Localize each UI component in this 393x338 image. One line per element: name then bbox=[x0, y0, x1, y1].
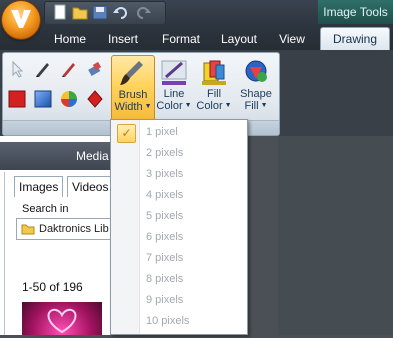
menu-item-9-pixels[interactable]: 9 pixels bbox=[112, 290, 246, 311]
fill-bucket-icon bbox=[198, 57, 230, 87]
app-menu-button[interactable] bbox=[2, 1, 40, 39]
menu-item-3-pixels[interactable]: 3 pixels bbox=[112, 164, 246, 185]
fill-color-label-2: Color bbox=[196, 100, 223, 112]
shape-fill-button[interactable]: Shape Fill ▼ bbox=[235, 55, 277, 121]
open-folder-icon[interactable] bbox=[71, 4, 89, 21]
search-in-combobox[interactable]: Daktronics Lib bbox=[16, 218, 114, 240]
red-square-icon[interactable] bbox=[7, 89, 27, 109]
fill-color-label-1: Fill bbox=[206, 88, 222, 100]
quick-access-toolbar bbox=[44, 1, 166, 25]
checkmark-icon: ✓ bbox=[117, 124, 136, 143]
search-in-label: Search in bbox=[22, 203, 69, 215]
menu-item-7-pixels[interactable]: 7 pixels bbox=[112, 248, 246, 269]
tab-format[interactable]: Format bbox=[155, 29, 207, 49]
search-in-value: Daktronics Lib bbox=[39, 223, 109, 235]
folder-icon bbox=[21, 222, 35, 242]
tab-home[interactable]: Home bbox=[46, 29, 94, 49]
pen-icon[interactable] bbox=[33, 59, 53, 79]
eraser-icon[interactable] bbox=[85, 59, 105, 79]
shape-fill-label-2: Fill bbox=[244, 100, 259, 112]
fill-color-button[interactable]: Fill Color ▼ bbox=[193, 55, 235, 121]
ribbon-tab-row: Home Insert Format Layout View Drawing bbox=[0, 24, 393, 50]
color-wheel-icon[interactable] bbox=[59, 89, 79, 109]
menu-item-10-pixels[interactable]: 10 pixels bbox=[112, 311, 246, 332]
brush-icon bbox=[117, 58, 149, 88]
brush-width-button[interactable]: Brush Width ▼ bbox=[111, 55, 155, 123]
menu-item-8-pixels[interactable]: 8 pixels bbox=[112, 269, 246, 290]
tab-drawing[interactable]: Drawing bbox=[320, 27, 390, 50]
image-tools-header: Image Tools bbox=[318, 0, 393, 24]
menu-item-4-pixels[interactable]: 4 pixels bbox=[112, 185, 246, 206]
brush-width-label-2: Width bbox=[114, 101, 143, 113]
media-panel-header: Media bbox=[0, 142, 112, 170]
red-diamond-icon[interactable] bbox=[85, 89, 105, 109]
media-thumbnail[interactable] bbox=[22, 302, 102, 335]
dropdown-arrow-icon: ▼ bbox=[184, 102, 192, 110]
line-color-icon bbox=[158, 57, 190, 87]
line-color-label-1: Line bbox=[163, 88, 185, 100]
brush-width-menu: ✓ 1 pixel 2 pixels 3 pixels 4 pixels 5 p… bbox=[110, 119, 248, 335]
tab-images[interactable]: Images bbox=[14, 176, 64, 197]
pencil-icon[interactable] bbox=[59, 59, 79, 79]
menu-item-5-pixels[interactable]: 5 pixels bbox=[112, 206, 246, 227]
shape-fill-label-1: Shape bbox=[240, 88, 272, 100]
menu-item-1-pixel[interactable]: ✓ 1 pixel bbox=[112, 122, 246, 143]
heart-image-icon bbox=[47, 308, 77, 334]
shape-fill-icon bbox=[240, 57, 272, 87]
result-range: 1-50 of 196 bbox=[22, 280, 83, 294]
undo-icon[interactable] bbox=[111, 4, 129, 21]
menu-item-2-pixels[interactable]: 2 pixels bbox=[112, 143, 246, 164]
new-document-icon[interactable] bbox=[51, 4, 69, 21]
logo-v-icon bbox=[11, 10, 31, 28]
redo-icon[interactable] bbox=[135, 4, 153, 21]
save-icon[interactable] bbox=[91, 4, 109, 21]
media-panel-title: Media bbox=[76, 149, 109, 163]
tab-layout[interactable]: Layout bbox=[215, 29, 263, 49]
tab-view[interactable]: View bbox=[272, 29, 312, 49]
line-color-label-2: Color bbox=[156, 100, 183, 112]
tab-insert[interactable]: Insert bbox=[100, 29, 146, 49]
line-color-button[interactable]: Line Color ▼ bbox=[153, 55, 195, 121]
dropdown-arrow-icon: ▼ bbox=[260, 102, 268, 110]
menu-item-6-pixels[interactable]: 6 pixels bbox=[112, 227, 246, 248]
dropdown-arrow-icon: ▼ bbox=[144, 103, 152, 111]
dropdown-arrow-icon: ▼ bbox=[224, 102, 232, 110]
brush-width-label-1: Brush bbox=[118, 89, 148, 101]
pointer-icon[interactable] bbox=[7, 59, 27, 79]
workspace-background bbox=[278, 136, 393, 335]
blue-gradient-icon[interactable] bbox=[33, 89, 53, 109]
